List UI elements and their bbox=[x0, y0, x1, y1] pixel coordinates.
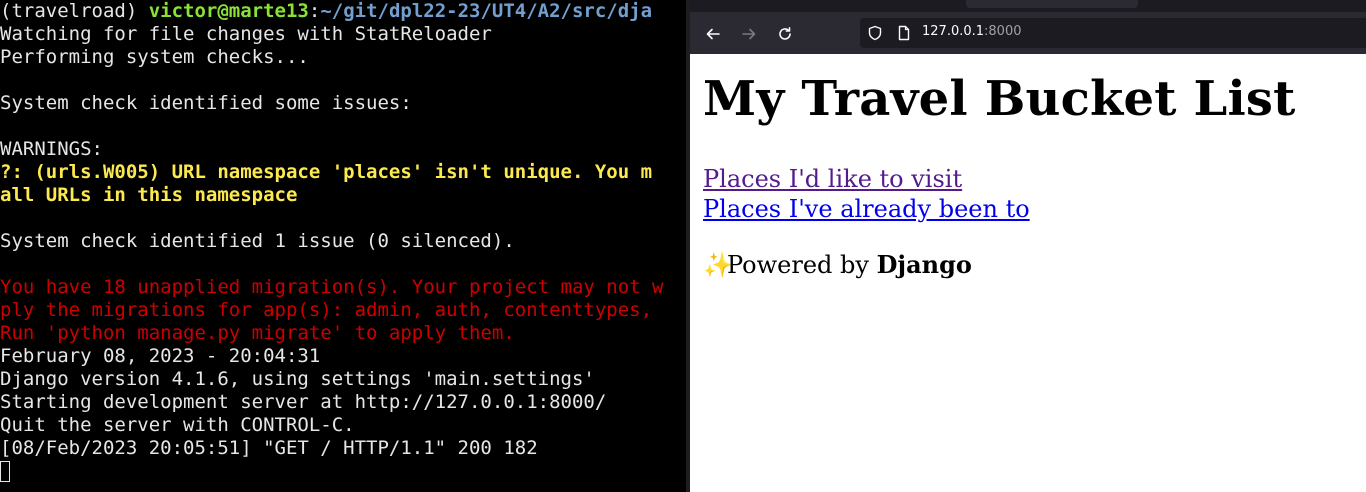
sparkle-icon: ✨ bbox=[703, 251, 733, 279]
tab-strip bbox=[690, 0, 1366, 12]
back-arrow-icon[interactable] bbox=[701, 22, 725, 46]
terminal-error-line: ply the migrations for app(s): admin, au… bbox=[0, 299, 653, 321]
page-title: My Travel Bucket List bbox=[703, 71, 1296, 127]
prompt-path: ~/git/dpl22-23/UT4/A2/src/dja bbox=[320, 0, 653, 22]
terminal-line: System check identified some issues: bbox=[0, 92, 412, 114]
link-places-to-visit[interactable]: Places I'd like to visit bbox=[703, 164, 962, 194]
terminal-line: Starting development server at http://12… bbox=[0, 391, 607, 413]
powered-by-prefix: Powered by bbox=[727, 251, 877, 279]
link-list: Places I'd like to visit Places I've alr… bbox=[703, 164, 1353, 224]
terminal-line: Watching for file changes with StatReloa… bbox=[0, 23, 492, 45]
terminal-error-line: You have 18 unapplied migration(s). Your… bbox=[0, 276, 664, 298]
terminal-cursor-line bbox=[0, 460, 686, 483]
prompt-env: (travelroad) bbox=[0, 0, 149, 22]
terminal-cursor bbox=[0, 461, 10, 482]
powered-by: ✨Powered by Django bbox=[703, 250, 1353, 280]
reload-icon[interactable] bbox=[773, 22, 797, 46]
link-places-visited[interactable]: Places I've already been to bbox=[703, 194, 1030, 224]
url-port: :8000 bbox=[984, 24, 1022, 39]
terminal-line: February 08, 2023 - 20:04:31 bbox=[0, 345, 321, 367]
browser-toolbar: 127.0.0.1:8000 bbox=[690, 12, 1366, 54]
web-page: My Travel Bucket List Places I'd like to… bbox=[690, 70, 1366, 280]
terminal-warning-line: all URLs in this namespace bbox=[0, 184, 298, 206]
page-icon[interactable] bbox=[896, 25, 912, 45]
url-text[interactable]: 127.0.0.1:8000 bbox=[922, 24, 1022, 39]
forward-arrow-icon[interactable] bbox=[737, 22, 761, 46]
address-bar[interactable]: 127.0.0.1:8000 bbox=[860, 18, 1366, 48]
terminal-line: [08/Feb/2023 20:05:51] "GET / HTTP/1.1" … bbox=[0, 437, 538, 459]
terminal-line: WARNINGS: bbox=[0, 138, 103, 160]
terminal-line: System check identified 1 issue (0 silen… bbox=[0, 230, 515, 252]
terminal-window[interactable]: (travelroad) victor@marte13:~/git/dpl22-… bbox=[0, 0, 686, 492]
terminal-warning-line: ?: (urls.W005) URL namespace 'places' is… bbox=[0, 161, 653, 183]
url-host: 127.0.0.1 bbox=[922, 24, 985, 39]
shield-icon[interactable] bbox=[867, 25, 883, 45]
terminal-error-line: Run 'python manage.py migrate' to apply … bbox=[0, 322, 515, 344]
terminal-line: Django version 4.1.6, using settings 'ma… bbox=[0, 368, 595, 390]
prompt-separator: : bbox=[308, 0, 321, 22]
terminal-line: Performing system checks... bbox=[0, 46, 309, 68]
terminal-line: Quit the server with CONTROL-C. bbox=[0, 414, 355, 436]
active-tab[interactable] bbox=[966, 0, 1138, 8]
powered-by-brand: Django bbox=[876, 250, 972, 279]
terminal-prompt-line: (travelroad) victor@marte13:~/git/dpl22-… bbox=[0, 0, 686, 23]
prompt-user: victor@marte13 bbox=[148, 0, 309, 22]
browser-window: 127.0.0.1:8000 My Travel Bucket List Pla… bbox=[690, 0, 1366, 492]
